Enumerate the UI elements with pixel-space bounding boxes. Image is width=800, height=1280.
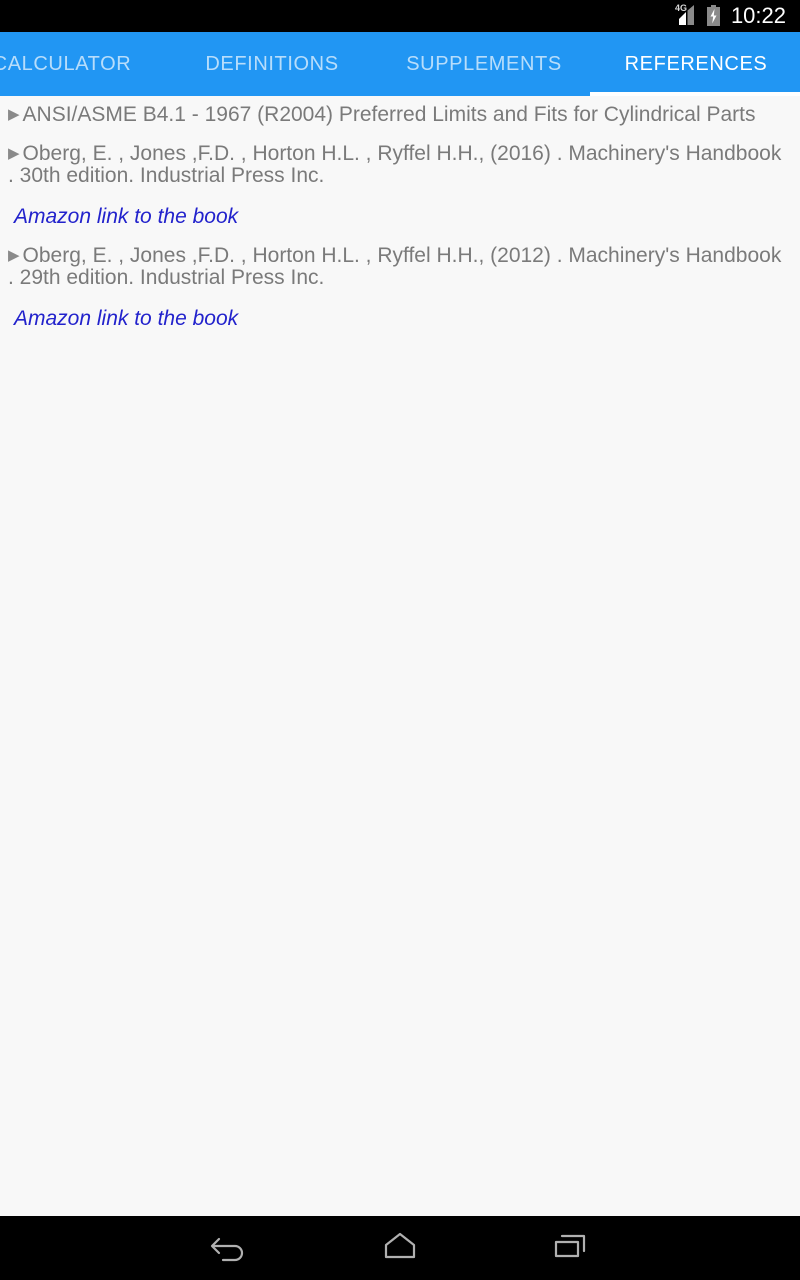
status-bar: 4G 10:22 — [0, 0, 800, 32]
battery-charging-icon — [706, 5, 721, 27]
reference-citation: ▶ Oberg, E. , Jones ,F.D. , Horton H.L. ,… — [8, 143, 786, 187]
tab-references[interactable]: REFERENCES — [590, 32, 800, 96]
back-button[interactable] — [187, 1216, 273, 1280]
tab-bar: CALCULATOR DEFINITIONS SUPPLEMENTS REFER… — [0, 32, 800, 96]
references-list[interactable]: ▶ ANSI/ASME B4.1 - 1967 (R2004) Preferred… — [0, 96, 800, 1216]
triangle-bullet-icon: ▶ — [8, 106, 20, 123]
triangle-bullet-icon: ▶ — [8, 145, 20, 162]
recents-icon — [549, 1229, 591, 1268]
reference-text: ANSI/ASME B4.1 - 1967 (R2004) Preferred … — [22, 103, 756, 126]
signal-bars-icon: 4G — [674, 3, 700, 27]
back-icon — [209, 1229, 251, 1268]
list-item: ▶ ANSI/ASME B4.1 - 1967 (R2004) Preferred… — [0, 104, 800, 126]
amazon-link[interactable]: Amazon link to the book — [14, 206, 238, 228]
list-item: ▶ Oberg, E. , Jones ,F.D. , Horton H.L. ,… — [0, 143, 800, 228]
tab-label: SUPPLEMENTS — [406, 52, 562, 75]
network-type-label: 4G — [674, 3, 687, 13]
reference-text: Oberg, E. , Jones ,F.D. , Horton H.L. , … — [8, 244, 782, 289]
android-navigation-bar — [0, 1216, 800, 1280]
home-button[interactable] — [357, 1216, 443, 1280]
tab-supplements[interactable]: SUPPLEMENTS — [378, 32, 590, 96]
status-bar-icons: 4G 10:22 — [674, 3, 786, 28]
reference-citation: ▶ Oberg, E. , Jones ,F.D. , Horton H.L. ,… — [8, 245, 786, 289]
home-icon — [379, 1229, 421, 1268]
recents-button[interactable] — [527, 1216, 613, 1280]
reference-citation: ▶ ANSI/ASME B4.1 - 1967 (R2004) Preferred… — [8, 104, 786, 126]
triangle-bullet-icon: ▶ — [8, 247, 20, 264]
tab-calculator[interactable]: CALCULATOR — [0, 32, 166, 96]
tab-label: CALCULATOR — [0, 52, 132, 75]
status-bar-clock: 10:22 — [730, 3, 786, 28]
list-item: ▶ Oberg, E. , Jones ,F.D. , Horton H.L. ,… — [0, 245, 800, 330]
app-screen: 4G 10:22 CALCULATOR DEFINITIONS SUPPLEME… — [0, 0, 800, 1280]
amazon-link[interactable]: Amazon link to the book — [14, 308, 238, 330]
tab-label: REFERENCES — [624, 52, 768, 75]
reference-text: Oberg, E. , Jones ,F.D. , Horton H.L. , … — [8, 142, 782, 187]
tab-label: DEFINITIONS — [205, 52, 339, 75]
tab-definitions[interactable]: DEFINITIONS — [166, 32, 378, 96]
tab-strip: CALCULATOR DEFINITIONS SUPPLEMENTS REFER… — [0, 32, 800, 96]
